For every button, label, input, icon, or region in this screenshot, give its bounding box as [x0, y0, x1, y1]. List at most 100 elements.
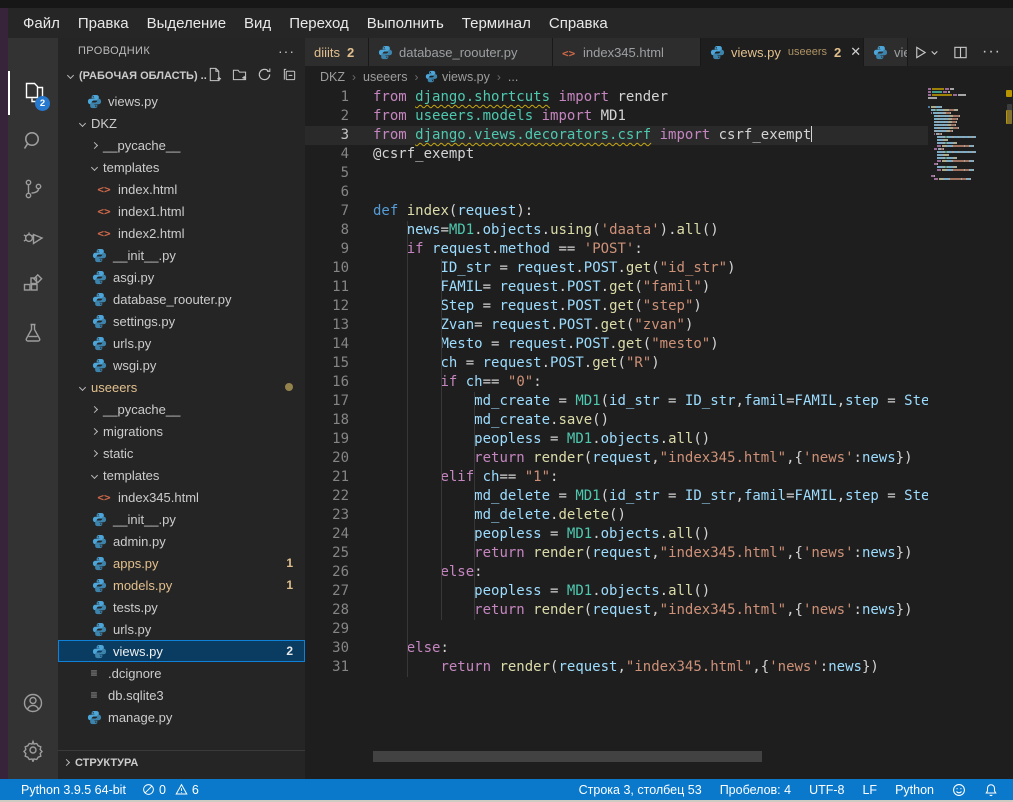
line-content: from useeers.models import MD1	[349, 107, 626, 126]
menu-selection[interactable]: Выделение	[138, 12, 235, 35]
tab-vie[interactable]: vie	[864, 38, 908, 66]
tab-views.py[interactable]: views.pyuseeers2✕	[701, 38, 864, 66]
testing-icon[interactable]	[8, 311, 58, 355]
sidebar-more-icon[interactable]: ···	[278, 43, 295, 59]
tree-folder-static[interactable]: static	[58, 442, 305, 464]
breadcrumb-item[interactable]: views.py	[425, 70, 489, 84]
tree-item-index2.html[interactable]: <>index2.html	[58, 222, 305, 244]
menu-terminal[interactable]: Терминал	[453, 12, 540, 35]
menu-file[interactable]: Файл	[14, 12, 69, 35]
new-file-icon[interactable]	[207, 67, 222, 85]
tab-label: diiits	[314, 45, 340, 60]
breadcrumb-item[interactable]: ...	[508, 70, 518, 84]
refresh-icon[interactable]	[257, 67, 272, 85]
tree-folder-useeers[interactable]: useeers	[58, 376, 305, 398]
settings-icon[interactable]	[8, 728, 58, 772]
breadcrumb-item[interactable]: DKZ	[320, 70, 345, 84]
tree-item-asgi.py[interactable]: asgi.py	[58, 266, 305, 288]
tree-item-urls.py[interactable]: urls.py	[58, 332, 305, 354]
tree-folder-__pycache__[interactable]: __pycache__	[58, 398, 305, 420]
scrollbar-thumb-horizontal[interactable]	[373, 751, 762, 762]
tab-index345.html[interactable]: <>index345.html	[553, 38, 701, 66]
notifications-bell-icon[interactable]	[979, 779, 1003, 800]
problems-status[interactable]: 0 6	[137, 779, 204, 800]
source-control-icon[interactable]	[8, 167, 58, 211]
tree-item-db.sqlite3[interactable]: ≡db.sqlite3	[58, 684, 305, 706]
tab-diiits[interactable]: diiits2	[305, 38, 369, 66]
menu-edit[interactable]: Правка	[69, 12, 138, 35]
sidebar-title: ПРОВОДНИК	[78, 45, 150, 57]
tree-folder-migrations[interactable]: migrations	[58, 420, 305, 442]
tree-item-label: urls.py	[113, 622, 151, 637]
run-file-icon[interactable]	[913, 45, 939, 60]
python-file-icon	[378, 45, 393, 60]
tree-folder-templates[interactable]: templates	[58, 464, 305, 486]
line-content: from django.views.decorators.csrf import…	[349, 126, 812, 145]
explorer-icon[interactable]: 2	[8, 71, 58, 115]
tree-folder-templates[interactable]: templates	[58, 156, 305, 178]
tree-item-manage.py[interactable]: manage.py	[58, 706, 305, 728]
tree-item-database_roouter.py[interactable]: database_roouter.py	[58, 288, 305, 310]
new-folder-icon[interactable]	[232, 67, 247, 85]
cursor-position-status[interactable]: Строка 3, столбец 53	[574, 779, 707, 800]
tree-item-urls.py[interactable]: urls.py	[58, 618, 305, 640]
line-number: 20	[305, 449, 349, 468]
encoding-status[interactable]: UTF-8	[804, 779, 849, 800]
run-debug-icon[interactable]	[8, 215, 58, 259]
collapse-all-icon[interactable]	[282, 67, 297, 85]
config-file-icon: ≡	[86, 665, 102, 681]
more-actions-icon[interactable]: ···	[982, 43, 1001, 61]
tree-item-models.py[interactable]: models.py1	[58, 574, 305, 596]
tree-item-index1.html[interactable]: <>index1.html	[58, 200, 305, 222]
code-line-17: 17 md_create = MD1(id_str = ID_str,famil…	[305, 392, 928, 411]
line-number: 3	[305, 126, 349, 145]
tree-item-index345.html[interactable]: <>index345.html	[58, 486, 305, 508]
code-line-26: 26 else:	[305, 563, 928, 582]
code-editor[interactable]: 1from django.shortcuts import render2fro…	[305, 88, 928, 762]
menu-run[interactable]: Выполнить	[358, 12, 453, 35]
indentation-status[interactable]: Пробелов: 4	[715, 779, 796, 800]
tree-item-apps.py[interactable]: apps.py1	[58, 552, 305, 574]
tree-item-wsgi.py[interactable]: wsgi.py	[58, 354, 305, 376]
python-interpreter-status[interactable]: Python 3.9.5 64-bit	[16, 779, 131, 800]
split-editor-icon[interactable]	[953, 45, 968, 60]
menu-help[interactable]: Справка	[540, 12, 617, 35]
minimap[interactable]	[928, 88, 1005, 762]
tree-item-__init__.py[interactable]: __init__.py	[58, 508, 305, 530]
tree-item-admin.py[interactable]: admin.py	[58, 530, 305, 552]
tree-item-label: migrations	[103, 424, 163, 439]
feedback-smiley-icon[interactable]	[947, 779, 971, 800]
line-number: 5	[305, 164, 349, 183]
file-tree: views.pyDKZ__pycache__templates<>index.h…	[58, 90, 305, 728]
tree-item-views.py[interactable]: views.py2	[58, 640, 305, 662]
tree-folder-__pycache__[interactable]: __pycache__	[58, 134, 305, 156]
tree-item-index.html[interactable]: <>index.html	[58, 178, 305, 200]
scrollbar-thumb-vertical[interactable]	[1007, 104, 1012, 124]
eol-status[interactable]: LF	[857, 779, 882, 800]
extensions-icon[interactable]	[8, 263, 58, 307]
close-icon[interactable]: ✕	[850, 44, 861, 60]
indent-guide	[441, 259, 442, 620]
tree-item-settings.py[interactable]: settings.py	[58, 310, 305, 332]
line-number: 16	[305, 373, 349, 392]
account-icon[interactable]	[8, 681, 58, 725]
tab-database_roouter.py[interactable]: database_roouter.py	[369, 38, 553, 66]
breadcrumb-item[interactable]: useeers	[363, 70, 407, 84]
line-content: peopless = MD1.objects.all()	[349, 582, 710, 601]
menu-view[interactable]: Вид	[235, 12, 280, 35]
tree-item-tests.py[interactable]: tests.py	[58, 596, 305, 618]
outline-section-header[interactable]: СТРУКТУРА	[58, 750, 305, 774]
tree-item-.dcignore[interactable]: ≡.dcignore	[58, 662, 305, 684]
search-icon[interactable]	[8, 119, 58, 163]
tree-item-label: urls.py	[113, 336, 151, 351]
tree-folder-DKZ[interactable]: DKZ	[58, 112, 305, 134]
menu-go[interactable]: Переход	[280, 12, 358, 35]
chevron-down-icon	[88, 165, 100, 170]
activity-bar: 2	[8, 38, 58, 779]
tree-item-__init__.py[interactable]: __init__.py	[58, 244, 305, 266]
tree-item-views.py[interactable]: views.py	[58, 90, 305, 112]
workspace-section-header[interactable]: (РАБОЧАЯ ОБЛАСТЬ) ...	[58, 64, 305, 88]
language-mode-status[interactable]: Python	[890, 779, 939, 800]
line-content: return render(request,"index345.html",{'…	[349, 449, 913, 468]
line-content: return render(request,"index345.html",{'…	[349, 544, 913, 563]
